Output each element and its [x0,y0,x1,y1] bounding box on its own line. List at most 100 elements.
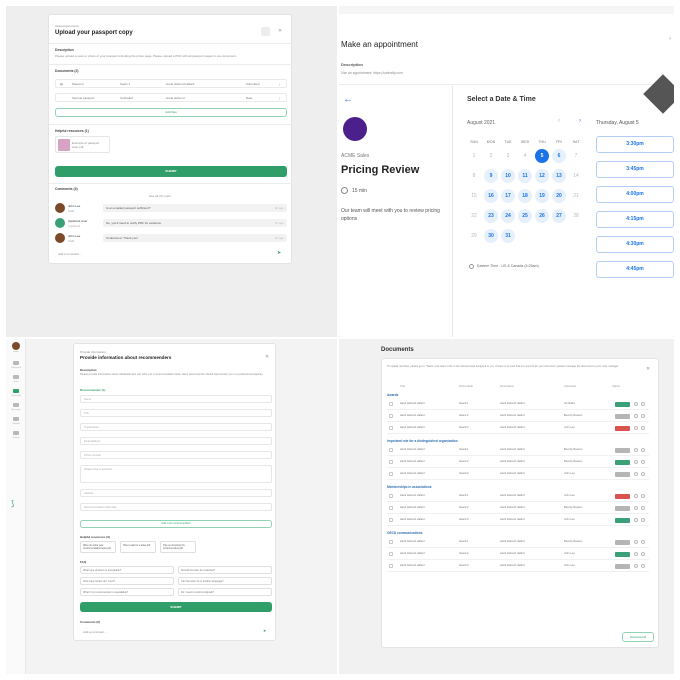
form-field[interactable]: Recommendation letter date [80,503,272,511]
nav-label[interactable]: Home [8,351,24,353]
calendar-day[interactable]: 17 [501,189,515,203]
delete-icon[interactable] [641,540,645,544]
row-checkbox[interactable] [389,564,393,568]
download-icon[interactable] [634,564,638,568]
nav-item-icon[interactable] [13,431,19,435]
column-header[interactable]: Description [500,384,514,388]
calendar-day[interactable]: 30 [484,229,498,243]
table-row[interactable]: Hand deliverd Hafard Award 3 Hand deliverd… [387,515,649,526]
faq-item[interactable]: How many letters do I need? [80,577,174,585]
delete-icon[interactable] [641,414,645,418]
download-icon[interactable] [634,448,638,452]
table-row[interactable]: Hand deliverd Hafard Award 1 Hand deliverd… [387,445,649,456]
nav-item-icon[interactable] [13,361,19,365]
download-icon[interactable] [634,494,638,498]
form-field[interactable]: Organization [80,423,272,431]
calendar-day[interactable]: 27 [552,209,566,223]
row-checkbox[interactable] [389,518,393,522]
expand-icon[interactable] [261,27,270,36]
table-row[interactable]: Hand deliverd Hafard Award 3 Hand deliverd… [387,561,649,572]
download-all-button[interactable]: Download all [622,632,654,642]
table-row[interactable]: Hand deliverd Hafard Award 1 Hand deliverd… [387,399,649,410]
delete-icon[interactable] [641,460,645,464]
calendar-day[interactable]: 25 [518,209,532,223]
calendar-day[interactable]: 19 [535,189,549,203]
table-row[interactable]: Hand deliverd Hafard Award 2 Hand deliverd… [387,457,649,468]
close-icon[interactable]: ✕ [265,354,269,360]
calendar-day[interactable]: 23 [484,209,498,223]
calendar-day[interactable]: 11 [518,169,532,183]
add-comment-input[interactable]: Add a comment... [83,630,107,634]
row-checkbox[interactable] [389,506,393,510]
row-checkbox[interactable] [389,472,393,476]
time-slot-button[interactable]: 4:15pm [596,211,674,228]
form-field[interactable]: Relationship to applicant [80,465,272,483]
calendar-day[interactable]: 13 [552,169,566,183]
avatar[interactable] [12,342,20,350]
calendar-day[interactable]: 24 [501,209,515,223]
nav-item-icon[interactable] [13,403,19,407]
nav-label[interactable]: Tasks [8,381,24,383]
nav-label[interactable]: Documents [8,395,24,397]
row-checkbox[interactable] [389,540,393,544]
table-row[interactable]: Hand deliverd Hafard Award 2 Hand deliverd… [387,549,649,560]
resource-chip[interactable]: How to ask for a letter.pdf [120,541,156,553]
delete-icon[interactable] [641,552,645,556]
nav-label[interactable]: Dashboard [8,367,24,369]
calendar-day[interactable]: 31 [501,229,515,243]
calendar-day[interactable]: 12 [535,169,549,183]
faq-item[interactable]: What type of letters is acceptable? [80,566,174,574]
form-field[interactable]: Email address [80,437,272,445]
time-slot-button[interactable]: 3:30pm [596,136,674,153]
submit-button[interactable]: SUBMIT [55,166,287,177]
resource-card[interactable]: Example of passport scan.pdf [55,136,110,153]
submit-button[interactable]: SUBMIT [80,602,272,612]
column-header[interactable]: Status [612,384,620,388]
download-icon[interactable] [634,426,638,430]
table-row[interactable]: Hand deliverd Hafard Award 2 Hand deliverd… [387,503,649,514]
download-icon[interactable] [634,518,638,522]
download-icon[interactable] [634,506,638,510]
nav-label[interactable]: Messages [8,409,24,411]
delete-icon[interactable] [641,472,645,476]
download-icon[interactable] [634,472,638,476]
close-icon[interactable]: ✕ [278,28,282,34]
close-icon[interactable]: ✕ [646,366,650,372]
faq-item[interactable]: What if my recommender is unavailable? [80,588,174,596]
nav-label[interactable]: Settings [8,437,24,439]
row-checkbox[interactable] [389,402,393,406]
time-slot-button[interactable]: 3:45pm [596,161,674,178]
delete-icon[interactable] [641,448,645,452]
download-icon[interactable] [634,460,638,464]
column-header[interactable]: Title [400,384,405,388]
timezone-select[interactable]: Eastern Time - US & Canada (4:25am) [477,264,539,268]
nav-item-icon[interactable] [13,417,19,421]
form-field[interactable]: Name [80,395,272,403]
delete-icon[interactable] [641,518,645,522]
download-icon[interactable] [634,552,638,556]
send-icon[interactable]: ➤ [277,250,281,256]
calendar-day[interactable]: 20 [552,189,566,203]
time-slot-button[interactable]: 4:45pm [596,261,674,278]
calendar-day[interactable]: 26 [535,209,549,223]
add-comment-input[interactable]: Add a comment... [58,252,82,256]
nav-label[interactable]: Calendar [8,423,24,425]
table-row[interactable]: Hand deliverd Hafard Award 3 Hand deliverd… [387,469,649,480]
back-arrow-icon[interactable]: ← [343,94,353,105]
add-files-button[interactable]: Add files [55,108,287,117]
table-row[interactable]: Hand deliverd Hafard Award 2 Hand deliverd… [387,411,649,422]
form-field[interactable]: Title [80,409,272,417]
close-icon[interactable]: › [669,36,671,42]
prev-month-icon[interactable]: ‹ [558,118,560,124]
column-header[interactable]: Deliverable [459,384,473,388]
doc-row[interactable]: ▤ Passport Spain 1 Hand deliverd Hafard … [55,79,287,88]
form-field[interactable]: Phone number [80,451,272,459]
calendar-day[interactable]: 6 [552,149,566,163]
calendar-day[interactable]: 10 [501,169,515,183]
delete-icon[interactable] [641,506,645,510]
delete-icon[interactable] [641,426,645,430]
nav-item-icon[interactable] [13,375,19,379]
send-icon[interactable]: ➤ [263,628,266,633]
resource-chip[interactable]: Tips on choosing the recommenders.pdf [160,541,196,553]
calendar-day[interactable]: 9 [484,169,498,183]
